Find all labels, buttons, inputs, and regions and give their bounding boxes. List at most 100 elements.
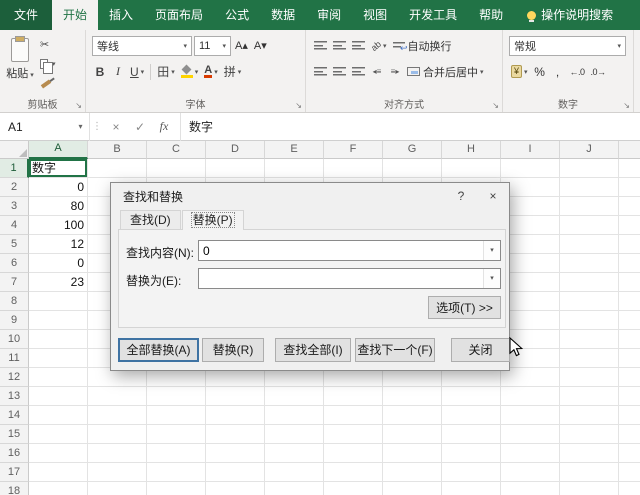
dialog-close-button[interactable]: ×	[477, 183, 509, 210]
cell-J11[interactable]	[560, 349, 619, 368]
name-box-dropdown[interactable]: ▾	[72, 113, 90, 141]
options-button[interactable]: 选项(T) >>	[428, 296, 501, 319]
ribbon-tab-data[interactable]: 数据	[260, 0, 306, 30]
close-button[interactable]: 关闭	[451, 338, 510, 362]
column-header-B[interactable]: B	[88, 141, 147, 159]
bold-button[interactable]: B	[92, 62, 108, 81]
select-all-corner[interactable]	[0, 141, 29, 159]
formula-bar-content[interactable]: 数字	[189, 118, 640, 135]
align-middle-button[interactable]	[331, 36, 348, 55]
cancel-button[interactable]: ×	[104, 120, 128, 134]
cell-J10[interactable]	[560, 330, 619, 349]
cell-J8[interactable]	[560, 292, 619, 311]
cell-I13[interactable]	[501, 387, 560, 406]
paste-button[interactable]: 粘贴▾	[5, 34, 35, 81]
cell-F17[interactable]	[324, 463, 383, 482]
cell-J18[interactable]	[560, 482, 619, 495]
row-header-10[interactable]: 10	[0, 330, 29, 349]
replace-with-dropdown[interactable]: ▾	[483, 269, 500, 288]
cell-G1[interactable]	[383, 159, 442, 178]
dialog-tab-find[interactable]: 查找(D)	[120, 210, 181, 229]
cell-F1[interactable]	[324, 159, 383, 178]
cell-D15[interactable]	[206, 425, 265, 444]
cell-F14[interactable]	[324, 406, 383, 425]
row-header-13[interactable]: 13	[0, 387, 29, 406]
cell-J7[interactable]	[560, 273, 619, 292]
cell-D1[interactable]	[206, 159, 265, 178]
cell-E17[interactable]	[265, 463, 324, 482]
cell-A7[interactable]: 23	[29, 273, 88, 292]
ribbon-tab-formulas[interactable]: 公式	[214, 0, 260, 30]
find-what-combobox[interactable]: 0 ▾	[198, 240, 501, 261]
row-header-3[interactable]: 3	[0, 197, 29, 216]
increase-decimal-button[interactable]: ←.0	[568, 62, 587, 81]
find-next-button[interactable]: 查找下一个(F)	[355, 338, 435, 362]
cell-B16[interactable]	[88, 444, 147, 463]
cell-C15[interactable]	[147, 425, 206, 444]
increase-indent-button[interactable]: ≡▸	[387, 62, 403, 81]
cell-H14[interactable]	[442, 406, 501, 425]
cell-G14[interactable]	[383, 406, 442, 425]
cell-I1[interactable]	[501, 159, 560, 178]
column-header-E[interactable]: E	[265, 141, 324, 159]
cell-H17[interactable]	[442, 463, 501, 482]
alignment-dialog-launcher[interactable]: ↘	[492, 102, 499, 110]
cell-J13[interactable]	[560, 387, 619, 406]
column-header-C[interactable]: C	[147, 141, 206, 159]
insert-function-button[interactable]: fx	[152, 119, 176, 134]
cell-A18[interactable]	[29, 482, 88, 495]
cell-G17[interactable]	[383, 463, 442, 482]
cell-B18[interactable]	[88, 482, 147, 495]
cell-I14[interactable]	[501, 406, 560, 425]
format-painter-button[interactable]	[40, 75, 56, 90]
cell-F16[interactable]	[324, 444, 383, 463]
enter-button[interactable]: ✓	[128, 120, 152, 134]
row-header-6[interactable]: 6	[0, 254, 29, 273]
align-right-button[interactable]	[350, 62, 367, 81]
column-header-D[interactable]: D	[206, 141, 265, 159]
row-header-5[interactable]: 5	[0, 235, 29, 254]
column-header-I[interactable]: I	[501, 141, 560, 159]
cell-H13[interactable]	[442, 387, 501, 406]
column-header-H[interactable]: H	[442, 141, 501, 159]
cell-A13[interactable]	[29, 387, 88, 406]
cell-C14[interactable]	[147, 406, 206, 425]
cell-J2[interactable]	[560, 178, 619, 197]
decrease-indent-button[interactable]: ◂≡	[369, 62, 385, 81]
italic-button[interactable]: I	[110, 62, 126, 81]
align-left-button[interactable]	[312, 62, 329, 81]
wrap-text-button[interactable]: 自动换行	[391, 36, 454, 55]
cell-A1[interactable]: 数字	[29, 159, 88, 178]
row-header-8[interactable]: 8	[0, 292, 29, 311]
number-format-combobox[interactable]: 常规▾	[509, 36, 626, 56]
comma-style-button[interactable]: ,	[550, 62, 566, 81]
cell-H1[interactable]	[442, 159, 501, 178]
cell-J17[interactable]	[560, 463, 619, 482]
cell-A3[interactable]: 80	[29, 197, 88, 216]
cell-A5[interactable]: 12	[29, 235, 88, 254]
align-center-button[interactable]	[331, 62, 348, 81]
row-header-18[interactable]: 18	[0, 482, 29, 495]
cell-B15[interactable]	[88, 425, 147, 444]
cell-A4[interactable]: 100	[29, 216, 88, 235]
cell-E14[interactable]	[265, 406, 324, 425]
ribbon-tab-search[interactable]: 操作说明搜索	[516, 0, 624, 30]
replace-button[interactable]: 替换(R)	[202, 338, 264, 362]
cell-J9[interactable]	[560, 311, 619, 330]
orientation-button[interactable]: ab▾	[369, 36, 389, 55]
formula-bar-splitter[interactable]: ⋮	[90, 121, 104, 132]
row-header-17[interactable]: 17	[0, 463, 29, 482]
cell-H16[interactable]	[442, 444, 501, 463]
font-color-button[interactable]: A▾	[202, 62, 219, 81]
merge-center-button[interactable]: 合并后居中▾	[405, 62, 486, 81]
cut-button[interactable]: ✂	[40, 37, 56, 52]
percent-style-button[interactable]: %	[532, 62, 548, 81]
cell-B13[interactable]	[88, 387, 147, 406]
underline-button[interactable]: U▾	[128, 62, 146, 81]
row-header-9[interactable]: 9	[0, 311, 29, 330]
cell-A11[interactable]	[29, 349, 88, 368]
cell-A10[interactable]	[29, 330, 88, 349]
cell-C18[interactable]	[147, 482, 206, 495]
row-header-4[interactable]: 4	[0, 216, 29, 235]
cell-J12[interactable]	[560, 368, 619, 387]
